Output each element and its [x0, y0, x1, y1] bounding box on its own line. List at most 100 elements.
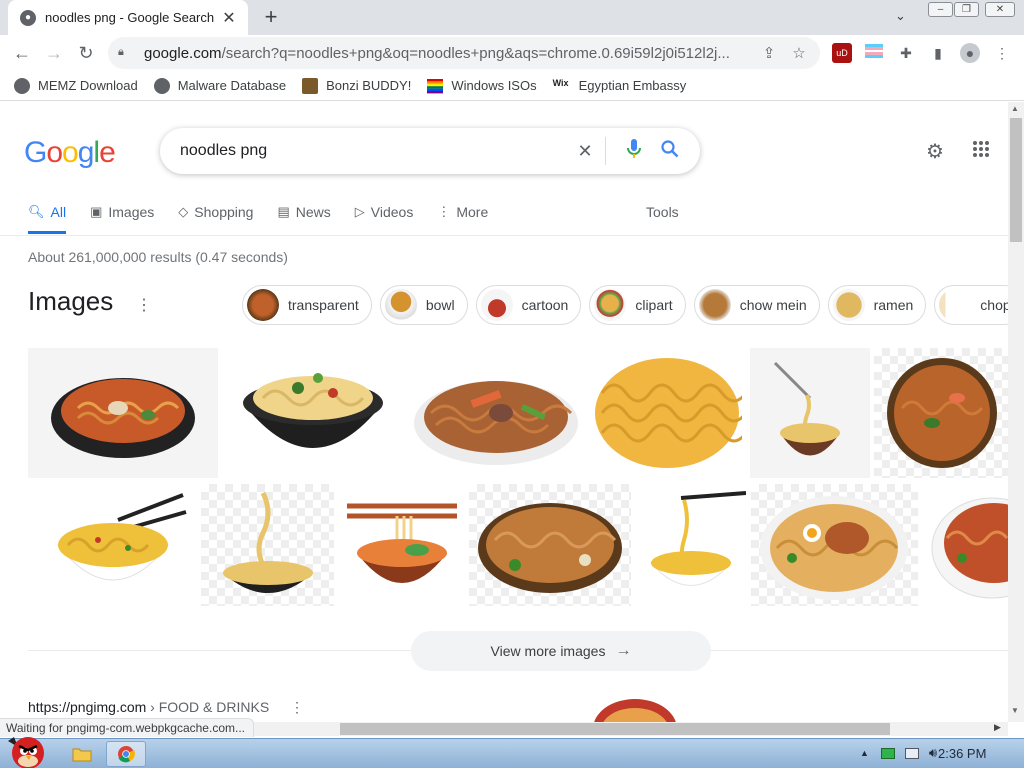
image-result[interactable]	[874, 348, 1008, 478]
search-icon[interactable]	[656, 139, 684, 163]
taskbar-clock[interactable]: 2:36 PM	[938, 746, 986, 761]
chip-thumbnail	[698, 289, 731, 321]
image-result[interactable]	[922, 484, 1008, 606]
result-stats: About 261,000,000 results (0.47 seconds)	[28, 249, 288, 265]
tab-more[interactable]: ⋮ More	[437, 200, 488, 234]
tab-label: Videos	[370, 204, 414, 220]
forward-button[interactable]: →	[42, 42, 66, 64]
image-result[interactable]	[588, 348, 746, 478]
chip-ramen[interactable]: ramen	[827, 285, 927, 325]
chip-transparent[interactable]: transparent	[242, 285, 372, 325]
scroll-down-icon[interactable]: ▼	[1011, 706, 1019, 715]
cite-url: https://pngimg.com	[28, 699, 147, 715]
new-tab-button[interactable]: +	[258, 4, 284, 30]
side-panel-icon[interactable]: ▮	[928, 43, 948, 63]
mic-icon[interactable]	[620, 138, 648, 164]
chip-label: cartoon	[521, 297, 569, 313]
tab-label: More	[456, 204, 489, 220]
image-result[interactable]	[751, 484, 918, 606]
google-logo[interactable]: Google	[24, 136, 116, 170]
tab-images[interactable]: ▣ Images	[90, 200, 154, 234]
image-result[interactable]	[222, 348, 404, 478]
vertical-scroll-thumb[interactable]	[1010, 118, 1022, 242]
bookmark-windows-isos[interactable]: Windows ISOs	[427, 78, 537, 94]
google-apps-grid-icon[interactable]	[969, 140, 993, 164]
wix-icon: Wix	[552, 77, 569, 88]
chrome-taskbar-icon[interactable]	[106, 741, 146, 767]
image-result[interactable]	[338, 484, 465, 606]
view-more-images-button[interactable]: View more images →	[411, 631, 711, 671]
chip-bowl[interactable]: bowl	[379, 285, 468, 325]
action-center-icon[interactable]	[904, 747, 919, 759]
tab-news[interactable]: ▤ News	[277, 200, 330, 234]
bookmark-label: Egyptian Embassy	[578, 78, 687, 93]
chip-label: bowl	[425, 297, 455, 313]
clear-search-icon[interactable]: ✕	[571, 141, 599, 162]
horizontal-scroll-thumb[interactable]	[340, 723, 890, 735]
chip-clipart[interactable]: clipart	[589, 285, 686, 325]
tab-all[interactable]: 🔍︎ All	[28, 200, 67, 234]
tools-button[interactable]: Tools	[646, 204, 679, 220]
scroll-right-icon[interactable]: ▶	[994, 722, 1001, 733]
vertical-scrollbar[interactable]: ▲ ▼	[1008, 102, 1024, 722]
chip-label: ramen	[873, 297, 914, 313]
chip-chow-mein[interactable]: chow mein	[693, 285, 820, 325]
settings-gear-icon[interactable]: ⚙	[923, 140, 947, 164]
image-result[interactable]	[28, 484, 197, 606]
result-citation[interactable]: https://pngimg.com › FOOD & DRINKS	[28, 699, 269, 715]
image-result[interactable]	[635, 484, 747, 606]
browser-tab[interactable]: ● noodles png - Google Search ✕	[8, 0, 248, 35]
tab-videos[interactable]: ▷ Videos	[355, 200, 414, 234]
search-input[interactable]	[180, 142, 563, 160]
more-options-icon[interactable]: ⋮	[136, 295, 152, 315]
start-button-angry-bird-icon[interactable]	[4, 731, 46, 768]
ublock-icon[interactable]: uD	[832, 43, 852, 63]
minimize-button[interactable]: –	[928, 2, 953, 17]
tab-search-chevron-icon[interactable]: ⌄	[895, 8, 906, 24]
browser-window: ● noodles png - Google Search ✕ + ⌄ – ❐ …	[0, 0, 1024, 768]
puzzle-extensions-icon[interactable]: ✚	[896, 43, 916, 63]
network-icon[interactable]	[880, 747, 895, 759]
more-vert-icon: ⋮	[437, 204, 451, 219]
back-button[interactable]: ←	[10, 42, 34, 64]
bookmark-star-icon[interactable]: ☆	[788, 44, 810, 62]
image-row	[28, 348, 1008, 478]
scroll-up-icon[interactable]: ▲	[1011, 104, 1019, 113]
bookmark-egyptian-embassy[interactable]: Wix Egyptian Embassy	[553, 78, 687, 94]
result-options-icon[interactable]: ⋮	[290, 699, 304, 716]
image-result[interactable]	[408, 348, 584, 478]
bookmark-bonzi[interactable]: Bonzi BUDDY!	[302, 77, 411, 94]
search-divider	[605, 137, 606, 165]
image-result[interactable]	[469, 484, 631, 606]
globe-icon	[153, 77, 170, 94]
image-result[interactable]	[750, 348, 870, 478]
bookmark-malware-database[interactable]: Malware Database	[153, 77, 286, 94]
profile-avatar-icon[interactable]: ●	[960, 43, 980, 63]
chip-thumbnail	[832, 289, 865, 321]
chip-chop[interactable]: chop	[934, 285, 1008, 325]
chip-thumbnail	[594, 289, 627, 321]
logo-letter: g	[77, 136, 95, 169]
image-result[interactable]	[201, 484, 334, 606]
maximize-button[interactable]: ❐	[954, 2, 979, 17]
rainbow-flag-icon	[427, 78, 444, 93]
chip-cartoon[interactable]: cartoon	[475, 285, 582, 325]
reload-button[interactable]: ↻	[74, 42, 98, 64]
logo-letter: o	[62, 136, 79, 169]
tab-label: Images	[108, 204, 155, 220]
result-thumbnail[interactable]	[590, 694, 680, 722]
url-text[interactable]: google.com/search?q=noodles+png&oq=noodl…	[144, 45, 750, 62]
tray-expand-icon[interactable]: ▲	[860, 748, 869, 758]
volume-icon[interactable]: 🔊︎	[929, 745, 937, 761]
chrome-menu-icon[interactable]: ⋮	[992, 43, 1012, 63]
close-window-button[interactable]: ✕	[985, 2, 1015, 17]
tab-shopping[interactable]: ◇ Shopping	[178, 200, 253, 234]
file-explorer-folder-icon[interactable]	[62, 741, 102, 767]
share-icon[interactable]: ⇪	[758, 44, 780, 62]
image-result[interactable]	[28, 348, 218, 478]
address-bar[interactable]: 🔒︎ google.com/search?q=noodles+png&oq=no…	[108, 37, 820, 69]
windows-taskbar: ▲ 🔊︎ 2:36 PM	[0, 737, 1024, 768]
tab-close-icon[interactable]: ✕	[220, 8, 238, 28]
trans-flag-extension-icon[interactable]	[864, 43, 884, 63]
bookmark-memz[interactable]: MEMZ Download	[14, 77, 138, 94]
